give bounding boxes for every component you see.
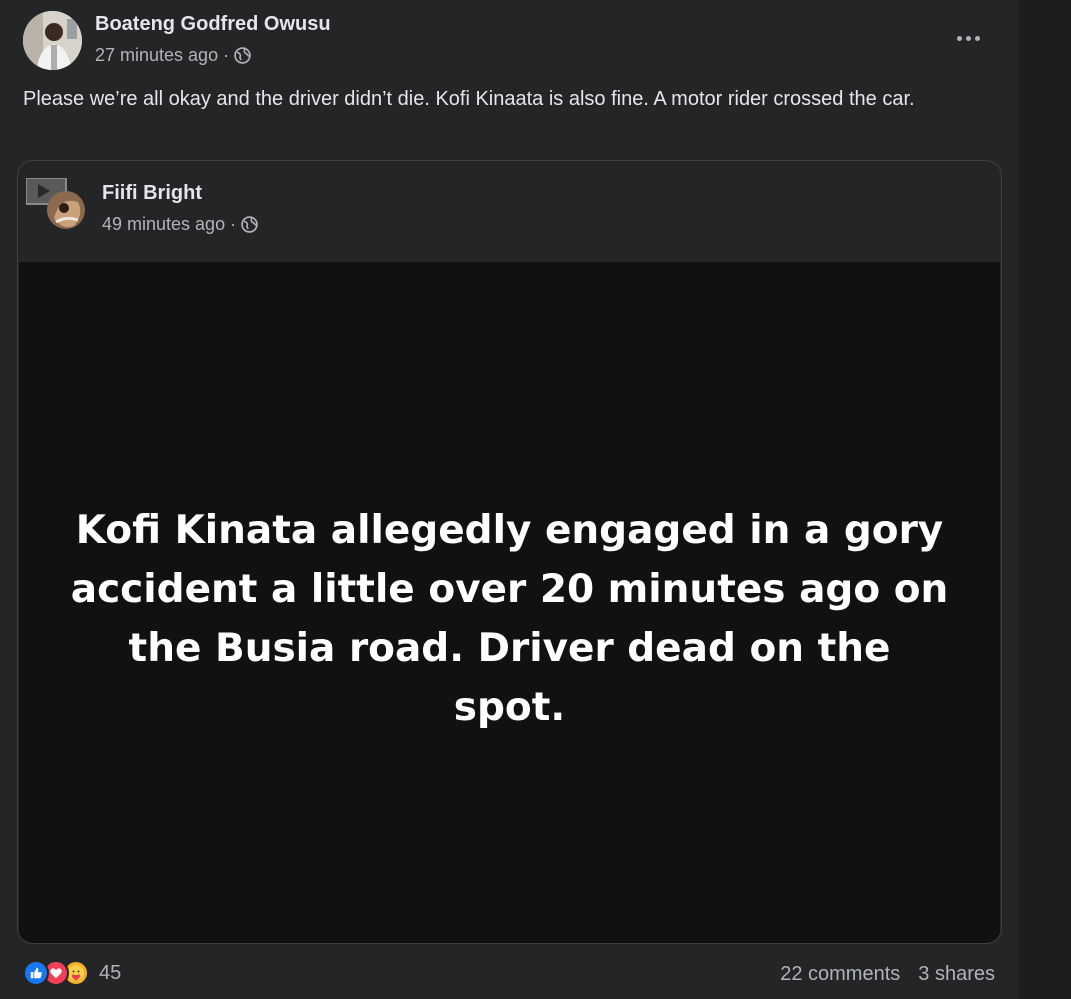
meta-separator: ·	[230, 214, 237, 234]
more-dot	[965, 35, 971, 41]
globe-icon[interactable]	[241, 216, 258, 233]
post-text: Please we’re all okay and the driver did…	[23, 88, 915, 110]
shared-post[interactable]: Fiifi Bright 49 minutes ago · Kofi Kinat…	[17, 160, 1002, 944]
more-options-button[interactable]	[950, 24, 986, 52]
right-panel-edge	[1019, 0, 1071, 999]
post-footer: 45 22 comments 3 shares	[23, 960, 998, 992]
shared-author-name[interactable]: Fiifi Bright	[102, 182, 202, 205]
reaction-count[interactable]: 45	[99, 962, 121, 985]
meta-separator: ·	[223, 45, 230, 65]
more-dot	[956, 35, 962, 41]
text-post-content: Kofi Kinata allegedly engaged in a gory …	[70, 507, 949, 730]
text-post-card[interactable]: Kofi Kinata allegedly engaged in a gory …	[19, 262, 1000, 943]
shared-author-avatar[interactable]	[26, 178, 92, 230]
author-avatar[interactable]	[23, 11, 82, 70]
like-icon	[23, 960, 49, 986]
more-dot	[974, 35, 980, 41]
shared-post-timestamp[interactable]: 49 minutes ago	[102, 214, 225, 235]
author-name[interactable]: Boateng Godfred Owusu	[95, 13, 331, 36]
feed-post: Boateng Godfred Owusu 27 minutes ago · P…	[0, 0, 1019, 999]
reactions-summary[interactable]: 45	[23, 960, 121, 986]
post-meta: 27 minutes ago ·	[95, 45, 251, 66]
shares-count[interactable]: 3 shares	[918, 963, 995, 986]
page: Boateng Godfred Owusu 27 minutes ago · P…	[0, 0, 1071, 999]
shared-post-meta: 49 minutes ago ·	[102, 214, 258, 235]
post-timestamp[interactable]: 27 minutes ago	[95, 45, 218, 66]
engagement-counts: 22 comments 3 shares	[780, 963, 995, 986]
globe-icon[interactable]	[234, 47, 251, 64]
comments-count[interactable]: 22 comments	[780, 963, 900, 986]
